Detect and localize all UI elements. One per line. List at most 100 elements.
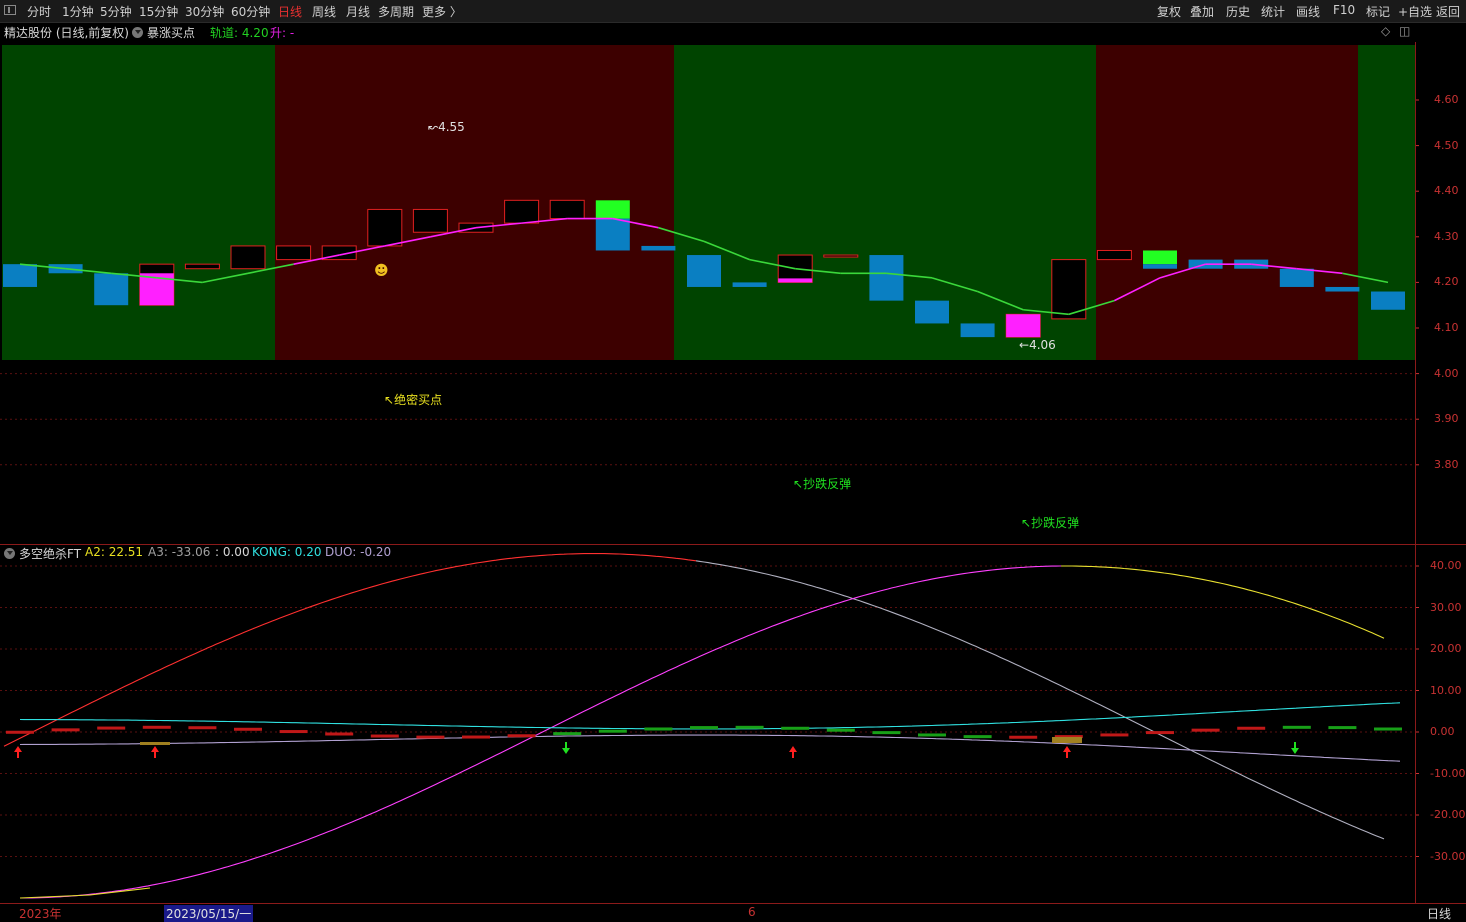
secret-buy-annotation: ↖绝密买点 <box>384 393 443 407</box>
a2-line-alt <box>695 560 1385 840</box>
candle <box>641 245 676 251</box>
indicator-tick-label: 30.00 <box>1430 600 1462 614</box>
candle-fill <box>1006 314 1041 338</box>
zero-bar <box>644 727 673 731</box>
a2-value: A2: 22.51 <box>85 545 144 559</box>
indicator2-name[interactable]: 多空绝杀FT <box>19 545 81 562</box>
zero-bar <box>963 735 992 739</box>
month-label: 6 <box>748 905 756 919</box>
candle <box>732 282 767 287</box>
price-tick-label: 3.90 <box>1434 412 1459 426</box>
candle-fill <box>595 218 630 251</box>
price-tick-label: 4.00 <box>1434 366 1459 380</box>
candle <box>3 264 37 287</box>
kong-line <box>19 702 1401 730</box>
up-arrow-icon <box>789 746 797 758</box>
a2-line <box>3 553 697 747</box>
a3-value: A3: -33.06 <box>148 545 211 559</box>
year-label: 2023年 <box>19 907 62 921</box>
indicator-info-bar: 多空绝杀FT A2: 22.51 A3: -33.06 : 0.00 KONG:… <box>0 544 1466 562</box>
bg-zone <box>1358 45 1415 360</box>
zero-bar <box>234 727 262 731</box>
indicator-tick-label: -30.00 <box>1430 849 1466 863</box>
zero-bar <box>826 728 855 732</box>
price-tick-label: 4.30 <box>1434 229 1459 243</box>
zero-bar <box>1100 733 1129 737</box>
candle <box>230 245 266 270</box>
zero-bar <box>325 732 354 736</box>
duo-line <box>19 734 1401 762</box>
zero-bar <box>735 725 764 729</box>
price-tick-label: 4.10 <box>1434 321 1459 334</box>
zero-bar <box>6 730 34 734</box>
candle <box>915 300 949 324</box>
indicator-tick-label: -10.00 <box>1430 766 1466 780</box>
price-tick-label: 4.50 <box>1434 138 1459 152</box>
zero-bar <box>1191 728 1220 732</box>
candle <box>595 200 630 219</box>
candle <box>869 255 904 301</box>
a3-start-line <box>19 887 151 899</box>
zero-bar <box>553 732 582 736</box>
up-arrow-icon <box>1063 746 1071 758</box>
zero-bar <box>1374 727 1402 731</box>
high-value: 4.55 <box>438 120 465 134</box>
candle <box>412 208 448 233</box>
high-annotation: ↜4.55 <box>428 120 465 134</box>
zero-bar <box>781 726 810 730</box>
zero-bar <box>462 735 490 739</box>
zero-bar <box>690 726 718 730</box>
candle <box>1143 250 1177 265</box>
period-label: 日线 <box>1427 907 1452 921</box>
up-arrow-icon <box>14 746 22 758</box>
bg-zone <box>2 45 275 360</box>
bg-zone <box>1096 45 1358 360</box>
zero-bar <box>370 734 399 738</box>
low-value: 4.06 <box>1029 338 1056 352</box>
down-arrow-icon <box>562 742 570 754</box>
candle <box>94 273 129 306</box>
candle <box>184 263 220 270</box>
indicator-tick-label: 40.00 <box>1430 559 1462 572</box>
secret-buy-label: 绝密买点 <box>394 393 443 407</box>
indicator-tick-label: 0.00 <box>1430 725 1455 738</box>
duo-value: DUO: -0.20 <box>325 545 392 559</box>
indicator-tick-label: 10.00 <box>1430 683 1462 697</box>
rebound-annotation-2: ↖抄跌反弹 <box>1021 516 1080 530</box>
candle <box>1325 286 1360 292</box>
price-tick-label: 3.80 <box>1434 457 1459 471</box>
zero-bar <box>51 728 80 732</box>
zero-bar <box>188 726 217 730</box>
zero-bar <box>872 731 901 735</box>
zero-bar <box>598 729 627 733</box>
bg-zone <box>674 45 1096 360</box>
zero-bar <box>1146 731 1174 735</box>
candle <box>276 245 312 261</box>
candle <box>1096 249 1132 261</box>
up-arrow-icon <box>151 746 159 758</box>
zero-bar <box>507 734 536 738</box>
zero-bar <box>1237 726 1266 730</box>
zero-bar <box>918 733 946 737</box>
candle <box>1371 291 1405 310</box>
low-annotation: ←4.06 <box>1019 338 1056 352</box>
candle-fill <box>778 278 813 283</box>
zero-bar <box>279 730 308 734</box>
rebound-label-1: 抄跌反弹 <box>803 477 852 491</box>
a3-line-alt <box>1061 565 1385 639</box>
indicator2-dropdown-icon[interactable] <box>4 548 15 559</box>
chart-canvas <box>0 42 1466 904</box>
candle <box>823 254 859 258</box>
price-tick-label: 4.60 <box>1434 93 1459 106</box>
candle <box>367 208 403 247</box>
candle <box>687 255 721 287</box>
candle <box>504 199 540 224</box>
zero-bar <box>97 726 126 730</box>
smiley-icon: ☻ <box>374 263 389 279</box>
date-cursor-label: 2023/05/15/一 <box>164 905 254 922</box>
price-tick-label: 4.20 <box>1434 275 1459 289</box>
colon-value: : 0.00 <box>215 545 250 559</box>
rebound-label-2: 抄跌反弹 <box>1031 516 1080 530</box>
kong-value: KONG: 0.20 <box>252 545 322 559</box>
indicator-tick-label: 20.00 <box>1430 642 1462 655</box>
